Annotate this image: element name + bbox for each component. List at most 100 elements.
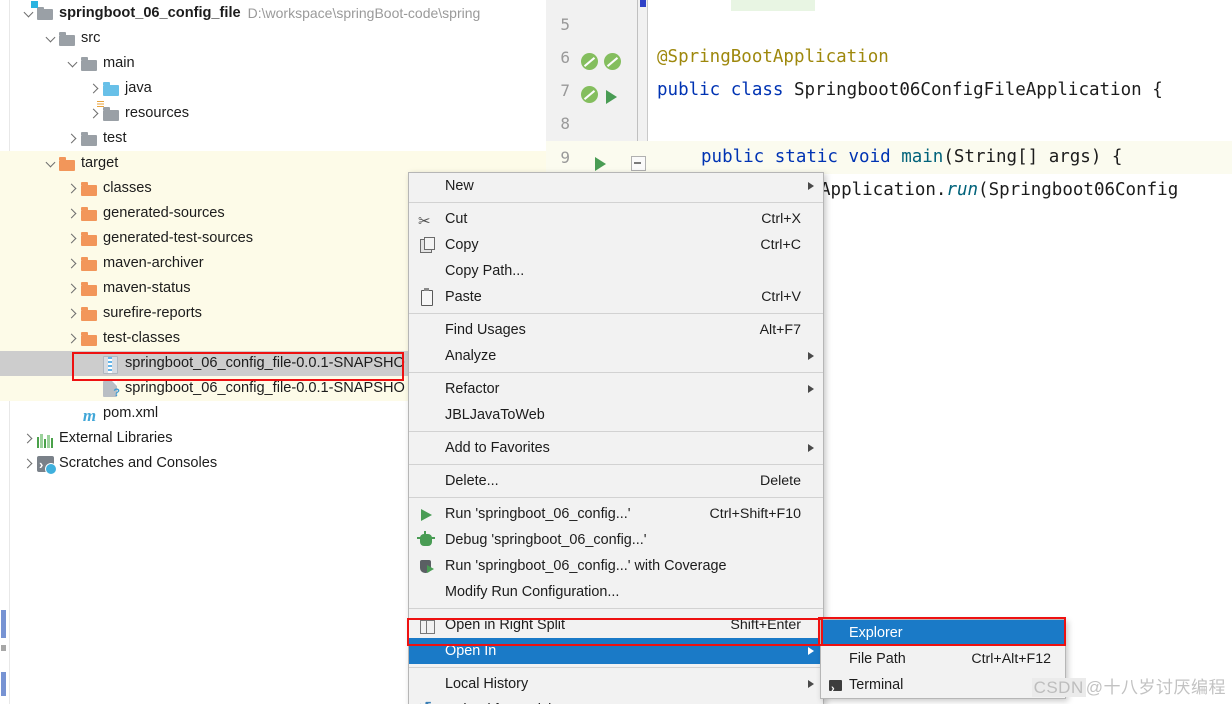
tree-item-src[interactable]: src [0,26,546,51]
watermark-handle: @十八岁讨厌编程 [1086,678,1226,697]
folder-resources-icon [103,105,120,122]
menu-item-add-to-favorites[interactable]: Add to Favorites [409,435,823,461]
chevron-right-icon[interactable] [66,301,81,326]
chevron-right-icon[interactable] [66,176,81,201]
menu-separator [409,667,823,668]
no-chevron-icon [88,376,103,401]
tree-item-resources[interactable]: resources [0,101,546,126]
submenu-item-terminal[interactable]: Terminal [821,672,1065,698]
chevron-down-icon[interactable] [66,51,81,76]
tree-item-label: resources [125,101,189,126]
menu-item-reload-from-disk[interactable]: Reload from Disk [409,697,823,704]
menu-item-label: Open In [445,643,496,659]
menu-item-run-with-coverage[interactable]: Run 'springboot_06_config...' with Cover… [409,553,823,579]
code-annotation: @SpringBootApplication [657,41,889,74]
code-line-8: 8 [546,107,1232,140]
code-keyword-class: class [731,80,794,100]
tree-item-label: classes [103,176,152,201]
menu-item-copy-path[interactable]: Copy Path... [409,258,823,284]
menu-item-shortcut: Ctrl+Shift+F10 [710,501,801,527]
menu-item-new[interactable]: New [409,173,823,199]
chevron-right-icon[interactable] [66,276,81,301]
menu-item-delete[interactable]: Delete... Delete [409,468,823,494]
menu-item-copy[interactable]: Copy Ctrl+C [409,232,823,258]
menu-item-label: Refactor [445,381,499,397]
chevron-right-icon [808,647,814,655]
chevron-right-icon[interactable] [66,126,81,151]
scissors-icon [418,211,435,228]
submenu-item-explorer[interactable]: Explorer [821,620,1065,646]
chevron-right-icon[interactable] [22,426,37,451]
chevron-down-icon[interactable] [44,26,59,51]
menu-item-label: Run 'springboot_06_config...' [445,506,631,522]
terminal-icon [827,677,844,694]
code-line-6: 6 @SpringBootApplication [546,41,1232,74]
tree-item-label: generated-test-sources [103,226,253,251]
menu-item-label: Add to Favorites [445,440,550,456]
menu-item-label: Copy [445,237,479,253]
menu-item-refactor[interactable]: Refactor [409,376,823,402]
folder-orange-icon [81,255,98,272]
menu-item-shortcut: Ctrl+X [761,206,801,232]
menu-item-cut[interactable]: Cut Ctrl+X [409,206,823,232]
tree-item-label: test-classes [103,326,180,351]
project-context-menu[interactable]: New Cut Ctrl+X Copy Ctrl+C Copy Path... … [408,172,824,704]
menu-item-run[interactable]: Run 'springboot_06_config...' Ctrl+Shift… [409,501,823,527]
folder-orange-icon [81,305,98,322]
tree-item-label: springboot_06_config_file-0.0.1-SNAPSHO [125,376,405,401]
folder-orange-icon [81,230,98,247]
menu-item-modify-run-configuration[interactable]: Modify Run Configuration... [409,579,823,605]
tree-item-module-root[interactable]: springboot_06_config_file D:\workspace\s… [0,0,546,26]
chevron-right-icon[interactable] [66,226,81,251]
open-in-submenu[interactable]: Explorer File Path Ctrl+Alt+F12 Terminal [820,619,1066,699]
line-number: 5 [546,8,570,41]
folder-orange-icon [81,330,98,347]
menu-item-paste[interactable]: Paste Ctrl+V [409,284,823,310]
menu-separator [409,202,823,203]
menu-item-local-history[interactable]: Local History [409,671,823,697]
menu-item-jbljavatoweb[interactable]: JBLJavaToWeb [409,402,823,428]
menu-separator [409,497,823,498]
tree-item-test[interactable]: test [0,126,546,151]
chevron-down-icon[interactable] [44,151,59,176]
folder-orange-icon [59,155,76,172]
chevron-right-icon[interactable] [66,201,81,226]
editor-caret-marker [640,0,646,7]
menu-item-open-in-right-split[interactable]: Open in Right Split Shift+Enter [409,612,823,638]
tree-item-main[interactable]: main [0,51,546,76]
no-chevron-icon [66,401,81,426]
jar-file-icon [103,355,120,372]
tree-item-label: test [103,126,127,151]
menu-item-debug[interactable]: Debug 'springboot_06_config...' [409,527,823,553]
menu-item-shortcut: Delete [760,468,801,494]
tree-item-java[interactable]: java [0,76,546,101]
code-class-decl: public class Springboot06ConfigFileAppli… [657,74,1163,107]
code-line-7: 7 public class Springboot06ConfigFileApp… [546,74,1232,107]
tree-item-label: pom.xml [103,401,158,426]
folder-gray-icon [81,130,98,147]
code-keyword-modifiers: public static void [701,147,901,167]
menu-separator [409,372,823,373]
menu-item-label: Run 'springboot_06_config...' with Cover… [445,558,727,574]
submenu-item-label: File Path [849,651,906,667]
copy-icon [418,237,435,254]
code-keyword-public: public [657,80,731,100]
code-app-prefix: Application. [820,180,946,200]
chevron-right-icon[interactable] [22,451,37,476]
menu-separator [409,313,823,314]
menu-item-analyze[interactable]: Analyze [409,343,823,369]
chevron-right-icon[interactable] [66,251,81,276]
menu-item-label: Delete... [445,473,499,489]
csdn-watermark: CSDN@十八岁讨厌编程 [1032,673,1226,698]
paste-icon [418,289,435,306]
tree-item-label: springboot_06_config_file [59,0,241,26]
menu-item-find-usages[interactable]: Find Usages Alt+F7 [409,317,823,343]
menu-separator [409,464,823,465]
code-class-name: Springboot06ConfigFileApplication { [794,80,1163,100]
chevron-right-icon[interactable] [66,326,81,351]
submenu-item-file-path[interactable]: File Path Ctrl+Alt+F12 [821,646,1065,672]
tree-item-label: main [103,51,135,76]
chevron-right-icon [808,352,814,360]
menu-item-open-in[interactable]: Open In [409,638,823,664]
chevron-right-icon[interactable] [88,76,103,101]
